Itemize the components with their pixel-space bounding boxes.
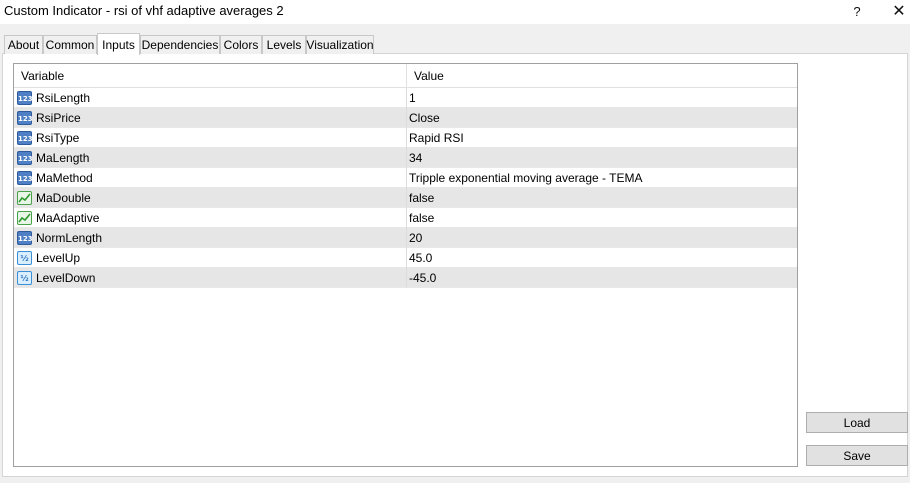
variable-cell: 123 MaMethod <box>14 168 407 188</box>
value-cell[interactable]: Rapid RSI <box>407 128 797 148</box>
boolean-icon <box>17 211 32 225</box>
close-button[interactable]: ✕ <box>888 0 910 22</box>
variable-cell: 123 RsiLength <box>14 88 407 108</box>
tab-strip: About Common Inputs Dependencies Colors … <box>0 33 910 55</box>
table-row[interactable]: 123 RsiLength 1 <box>14 88 797 108</box>
boolean-icon <box>17 191 32 205</box>
value-cell[interactable]: Close <box>407 108 797 128</box>
value-cell[interactable]: 45.0 <box>407 248 797 268</box>
table-row[interactable]: MaDouble false <box>14 188 797 208</box>
grid-header: Variable Value <box>14 64 797 88</box>
tab-common[interactable]: Common <box>43 35 97 54</box>
variable-name: LevelUp <box>36 251 81 265</box>
variable-name: RsiType <box>36 131 80 145</box>
integer-icon: 123 <box>17 231 33 245</box>
integer-icon: 123 <box>17 91 33 105</box>
value-cell[interactable]: Tripple exponential moving average - TEM… <box>407 168 797 188</box>
table-row[interactable]: ½ LevelUp 45.0 <box>14 248 797 268</box>
value-cell[interactable]: 1 <box>407 88 797 108</box>
value-cell[interactable]: -45.0 <box>407 268 797 288</box>
table-row[interactable]: 123 RsiType Rapid RSI <box>14 128 797 148</box>
variable-cell: ½ LevelDown <box>14 268 407 288</box>
table-row[interactable]: 123 RsiPrice Close <box>14 108 797 128</box>
table-row[interactable]: 123 NormLength 20 <box>14 228 797 248</box>
table-row[interactable]: 123 MaLength 34 <box>14 148 797 168</box>
variable-name: MaAdaptive <box>36 211 100 225</box>
table-row[interactable]: 123 MaMethod Tripple exponential moving … <box>14 168 797 188</box>
help-button[interactable]: ? <box>842 0 872 22</box>
double-icon: ½ <box>17 271 32 285</box>
value-cell[interactable]: false <box>407 188 797 208</box>
variable-name: NormLength <box>36 231 103 245</box>
variable-cell: ½ LevelUp <box>14 248 407 268</box>
variable-cell: 123 NormLength <box>14 228 407 248</box>
variable-name: RsiPrice <box>36 111 81 125</box>
title-bar: Custom Indicator - rsi of vhf adaptive a… <box>0 0 910 24</box>
tab-colors[interactable]: Colors <box>220 35 262 54</box>
variable-name: MaMethod <box>36 171 93 185</box>
column-header-value[interactable]: Value <box>407 64 797 88</box>
tab-about[interactable]: About <box>4 35 43 54</box>
variable-name: MaDouble <box>36 191 91 205</box>
save-button[interactable]: Save <box>806 445 908 466</box>
inputs-grid: Variable Value 123 RsiLength 1 123 RsiPr… <box>13 63 798 467</box>
table-row[interactable]: ½ LevelDown -45.0 <box>14 268 797 288</box>
variable-cell: 123 RsiPrice <box>14 108 407 128</box>
variable-name: RsiLength <box>36 91 91 105</box>
double-icon: ½ <box>17 251 32 265</box>
variable-cell: 123 RsiType <box>14 128 407 148</box>
custom-indicator-dialog: Custom Indicator - rsi of vhf adaptive a… <box>0 0 910 483</box>
tab-inputs[interactable]: Inputs <box>97 33 140 55</box>
value-cell[interactable]: 34 <box>407 148 797 168</box>
variable-name: LevelDown <box>36 271 96 285</box>
integer-icon: 123 <box>17 171 33 185</box>
integer-icon: 123 <box>17 111 33 125</box>
variable-name: MaLength <box>36 151 90 165</box>
table-row[interactable]: MaAdaptive false <box>14 208 797 228</box>
tab-dependencies[interactable]: Dependencies <box>140 35 220 54</box>
integer-icon: 123 <box>17 131 33 145</box>
value-cell[interactable]: 20 <box>407 228 797 248</box>
variable-cell: 123 MaLength <box>14 148 407 168</box>
integer-icon: 123 <box>17 151 33 165</box>
variable-cell: MaDouble <box>14 188 407 208</box>
variable-cell: MaAdaptive <box>14 208 407 228</box>
load-button[interactable]: Load <box>806 412 908 433</box>
tab-levels[interactable]: Levels <box>262 35 306 54</box>
column-header-variable[interactable]: Variable <box>14 64 407 88</box>
value-cell[interactable]: false <box>407 208 797 228</box>
window-title: Custom Indicator - rsi of vhf adaptive a… <box>4 3 284 18</box>
tab-visualization[interactable]: Visualization <box>306 35 374 54</box>
